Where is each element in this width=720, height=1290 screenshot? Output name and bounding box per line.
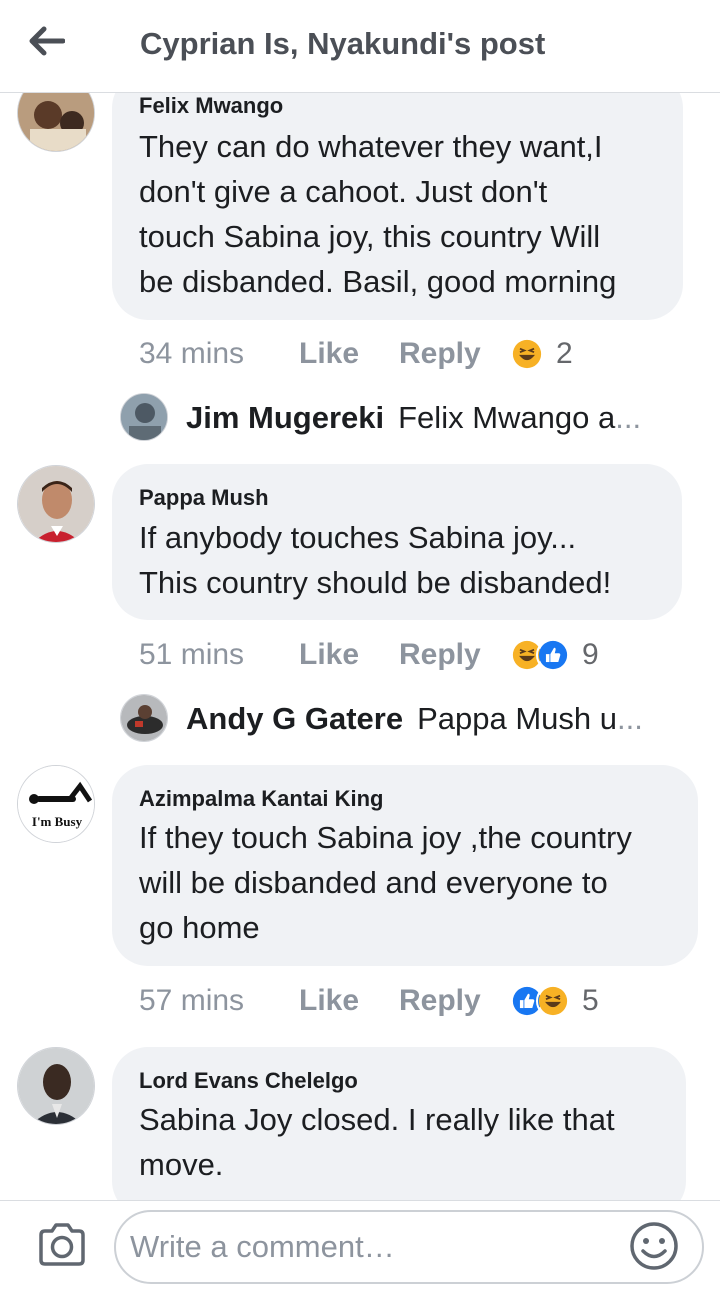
comment-time: 34 mins: [139, 337, 245, 370]
reaction-count: 5: [582, 984, 599, 1017]
comment-text: If anybody touches Sabina joy... This co…: [139, 520, 612, 600]
reaction-count: 2: [556, 337, 573, 370]
comment-bubble[interactable]: Lord Evans Chelelgo Sabina Joy closed. I…: [112, 1047, 686, 1200]
arrow-left-icon: [29, 26, 65, 56]
emoji-button[interactable]: [628, 1220, 680, 1272]
camera-icon: [39, 1223, 85, 1266]
comment-text: They can do whatever they want,I don't g…: [139, 129, 617, 299]
haha-reaction-icon: [536, 984, 570, 1018]
like-button[interactable]: Like: [299, 984, 399, 1018]
top-bar: Cyprian Is, Nyakundi's post: [0, 0, 720, 93]
comment-author[interactable]: Azimpalma Kantai King: [139, 786, 383, 812]
avatar[interactable]: [17, 1047, 95, 1125]
reply-button[interactable]: Reply: [399, 638, 510, 672]
comment-time: 57 mins: [139, 984, 245, 1017]
comment-author[interactable]: Felix Mwango: [139, 93, 283, 119]
reply-button[interactable]: Reply: [399, 337, 510, 371]
comment-text: Sabina Joy closed. I really like that mo…: [139, 1102, 615, 1182]
reply-avatar[interactable]: [120, 694, 168, 742]
reply-author[interactable]: Jim Mugereki: [186, 400, 384, 436]
comment-meta: 51 mins Like Reply 9: [139, 635, 599, 675]
reply-ellipsis: ...: [616, 701, 643, 736]
back-button[interactable]: [22, 20, 72, 62]
reply-author[interactable]: Andy G Gatere: [186, 701, 403, 737]
reply-button[interactable]: Reply: [399, 984, 510, 1018]
reaction-summary[interactable]: 9: [510, 638, 599, 672]
smiley-icon: [630, 1222, 678, 1270]
reaction-summary[interactable]: 5: [510, 984, 599, 1018]
reply-preview[interactable]: Jim Mugereki Felix Mwango a...: [186, 393, 641, 443]
haha-reaction-icon: [510, 337, 544, 371]
like-button[interactable]: Like: [299, 638, 399, 672]
comment-time: 51 mins: [139, 638, 245, 671]
comment-author[interactable]: Lord Evans Chelelgo: [139, 1068, 358, 1094]
reply-ellipsis: ...: [615, 400, 642, 435]
comment-meta: 57 mins Like Reply 5: [139, 981, 599, 1021]
comment-bubble[interactable]: Azimpalma Kantai King If they touch Sabi…: [112, 765, 698, 966]
like-button[interactable]: Like: [299, 337, 399, 371]
avatar[interactable]: [17, 465, 95, 543]
reply-preview[interactable]: Andy G Gatere Pappa Mush u...: [186, 694, 643, 744]
comment-bubble[interactable]: Felix Mwango They can do whatever they w…: [112, 72, 683, 320]
comment-author[interactable]: Pappa Mush: [139, 485, 269, 511]
page-title: Cyprian Is, Nyakundi's post: [140, 26, 546, 61]
reply-text: Felix Mwango a: [398, 400, 616, 435]
like-reaction-icon: [536, 638, 570, 672]
camera-button[interactable]: [35, 1218, 89, 1272]
avatar[interactable]: I'm Busy: [17, 765, 95, 843]
reply-text: Pappa Mush u: [417, 701, 617, 736]
comment-text: If they touch Sabina joy ,the country wi…: [139, 820, 632, 945]
avatar-caption: I'm Busy: [32, 814, 83, 829]
reaction-summary[interactable]: 2: [510, 337, 573, 371]
comment-input[interactable]: [114, 1210, 704, 1284]
comments-feed: Felix Mwango They can do whatever they w…: [0, 0, 720, 1200]
comment-bubble[interactable]: Pappa Mush If anybody touches Sabina joy…: [112, 464, 682, 620]
resting-figure-icon: I'm Busy: [18, 766, 94, 842]
comment-meta: 34 mins Like Reply 2: [139, 334, 573, 374]
reaction-count: 9: [582, 638, 599, 671]
reply-avatar[interactable]: [120, 393, 168, 441]
comment-composer: [0, 1200, 720, 1290]
